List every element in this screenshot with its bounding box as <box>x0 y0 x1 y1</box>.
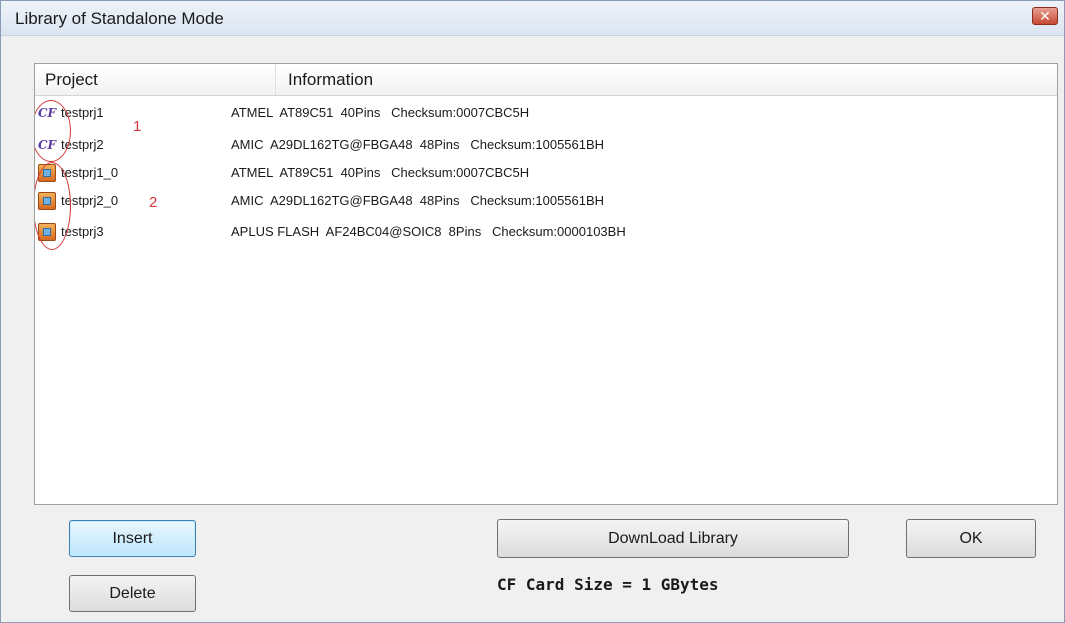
table-row[interactable]: CF testprj1 ATMEL AT89C51 40Pins Checksu… <box>35 101 1057 125</box>
close-button[interactable]: ✕ <box>1032 7 1058 25</box>
column-header-information[interactable]: Information <box>288 70 373 90</box>
delete-button[interactable]: Delete <box>69 575 196 612</box>
project-info: APLUS FLASH AF24BC04@SOIC8 8Pins Checksu… <box>231 224 626 239</box>
project-list[interactable]: Project Information CF testprj1 ATMEL AT… <box>34 63 1058 505</box>
table-row[interactable]: testprj2_0 AMIC A29DL162TG@FBGA48 48Pins… <box>35 189 1057 213</box>
annotation-circle-2 <box>35 162 71 250</box>
annotation-number-2: 2 <box>149 194 158 211</box>
ok-button[interactable]: OK <box>906 519 1036 558</box>
table-row[interactable]: testprj3 APLUS FLASH AF24BC04@SOIC8 8Pin… <box>35 220 1057 244</box>
table-row[interactable]: CF testprj2 AMIC A29DL162TG@FBGA48 48Pin… <box>35 133 1057 157</box>
close-icon: ✕ <box>1039 7 1051 24</box>
cf-card-size-label: CF Card Size = 1 GBytes <box>497 575 719 594</box>
window-title: Library of Standalone Mode <box>15 9 224 28</box>
project-info: ATMEL AT89C51 40Pins Checksum:0007CBC5H <box>231 165 530 180</box>
column-header-project[interactable]: Project <box>45 70 98 90</box>
download-library-button[interactable]: DownLoad Library <box>497 519 849 558</box>
list-header: Project Information <box>35 64 1057 96</box>
library-dialog: Library of Standalone Mode ✕ Project Inf… <box>0 0 1065 623</box>
project-name: testprj1_0 <box>61 165 119 180</box>
project-info: AMIC A29DL162TG@FBGA48 48Pins Checksum:1… <box>231 137 605 152</box>
table-row[interactable]: testprj1_0 ATMEL AT89C51 40Pins Checksum… <box>35 161 1057 185</box>
project-info: ATMEL AT89C51 40Pins Checksum:0007CBC5H <box>231 105 530 120</box>
title-bar: Library of Standalone Mode ✕ <box>1 1 1064 36</box>
column-divider[interactable] <box>275 64 276 95</box>
project-info: AMIC A29DL162TG@FBGA48 48Pins Checksum:1… <box>231 193 605 208</box>
insert-button[interactable]: Insert <box>69 520 196 557</box>
annotation-number-1: 1 <box>133 118 142 135</box>
